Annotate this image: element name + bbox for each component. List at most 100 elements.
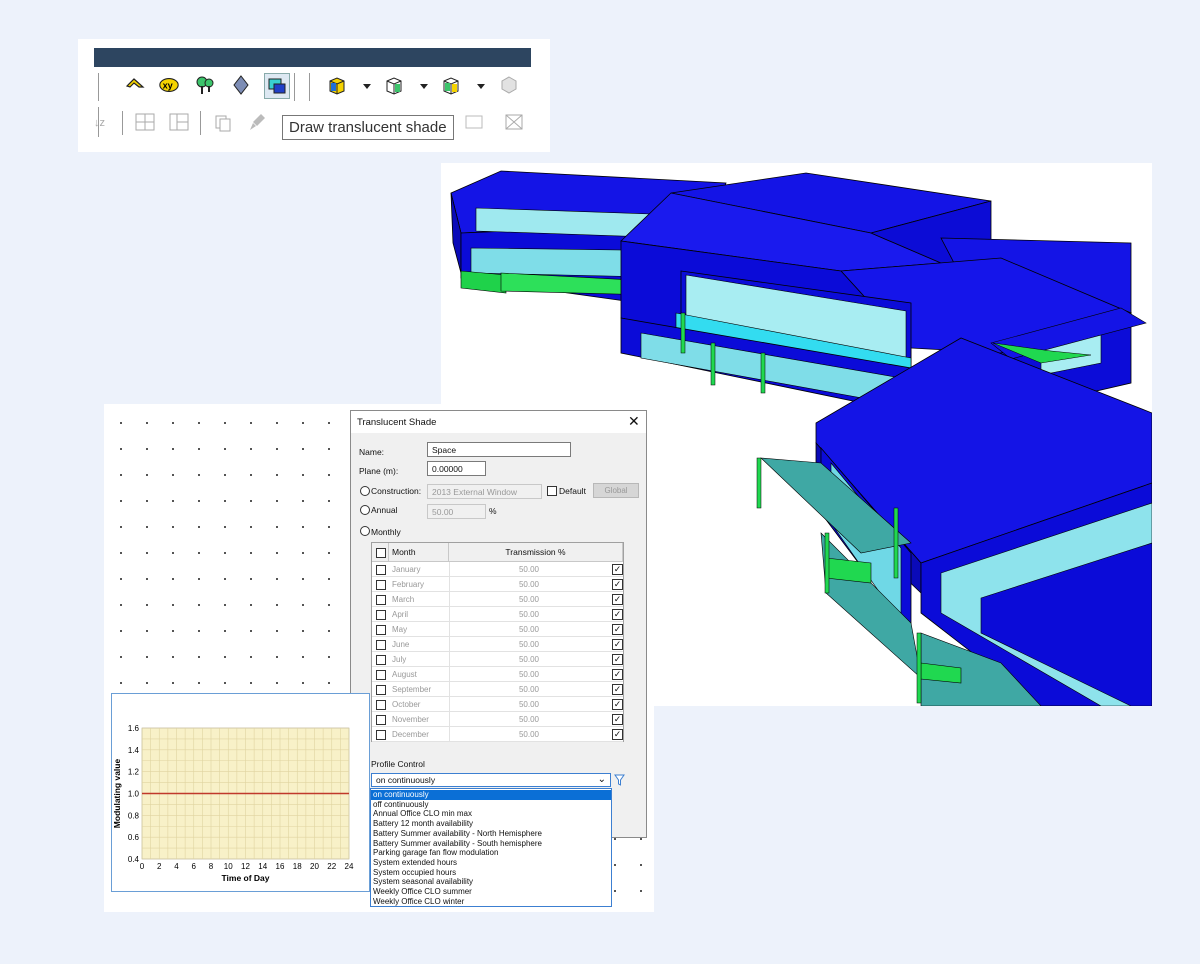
transmission-value: 50.00 xyxy=(518,670,540,679)
y-tick-label: 1.0 xyxy=(128,790,140,799)
include-checkbox[interactable]: ✓ xyxy=(612,564,623,575)
row-checkbox[interactable] xyxy=(376,610,386,620)
toolbar-separator xyxy=(122,111,123,135)
x-tick-label: 22 xyxy=(327,862,336,871)
row-checkbox[interactable] xyxy=(376,655,386,665)
construction-label: Construction: xyxy=(371,486,422,496)
x-tick-label: 24 xyxy=(345,862,354,871)
component-icon[interactable] xyxy=(440,74,462,96)
include-checkbox[interactable]: ✓ xyxy=(612,699,623,710)
row-checkbox[interactable] xyxy=(376,580,386,590)
month-row[interactable]: April 50.00 ✓ xyxy=(372,607,623,622)
transmission-value: 50.00 xyxy=(518,565,540,574)
name-field[interactable]: Space xyxy=(427,442,571,457)
profile-option[interactable]: Parking garage fan flow modulation xyxy=(371,848,611,858)
include-checkbox[interactable]: ✓ xyxy=(612,729,623,740)
modulating-value-chart: 0 2 4 6 8 10 12 14 16 18 20 22 240.40.60.81.01.21.41… xyxy=(112,724,354,883)
select-all-checkbox[interactable] xyxy=(376,548,386,558)
plane-label: Plane (m): xyxy=(359,466,399,476)
profile-control-select[interactable]: on continuously ⌄ xyxy=(371,773,611,787)
row-checkbox[interactable] xyxy=(376,715,386,725)
month-row[interactable]: December 50.00 ✓ xyxy=(372,727,623,742)
row-checkbox[interactable] xyxy=(376,730,386,740)
include-checkbox[interactable]: ✓ xyxy=(612,684,623,695)
chevron-down-icon: ⌄ xyxy=(597,774,606,785)
monthly-label: Monthly xyxy=(371,527,401,537)
row-checkbox[interactable] xyxy=(376,640,386,650)
profile-option[interactable]: System occupied hours xyxy=(371,868,611,878)
include-checkbox[interactable]: ✓ xyxy=(612,579,623,590)
row-checkbox[interactable] xyxy=(376,685,386,695)
include-checkbox[interactable]: ✓ xyxy=(612,639,623,650)
month-row[interactable]: July 50.00 ✓ xyxy=(372,652,623,667)
profile-option[interactable]: Battery 12 month availability xyxy=(371,819,611,829)
month-row[interactable]: November 50.00 ✓ xyxy=(372,712,623,727)
component-icon[interactable] xyxy=(326,74,348,96)
row-checkbox[interactable] xyxy=(376,565,386,575)
monthly-radio[interactable] xyxy=(360,526,370,536)
month-row[interactable]: August 50.00 ✓ xyxy=(372,667,623,682)
arrow-tool-icon[interactable] xyxy=(124,74,146,96)
profile-option[interactable]: System seasonal availability xyxy=(371,877,611,887)
transmission-value: 50.00 xyxy=(518,655,540,664)
profile-option[interactable]: Battery Summer availability - North Hemi… xyxy=(371,829,611,839)
month-row[interactable]: June 50.00 ✓ xyxy=(372,637,623,652)
tree-icon[interactable] xyxy=(194,74,216,96)
profile-option[interactable]: on continuously xyxy=(371,790,611,800)
component-icon[interactable] xyxy=(383,74,405,96)
profile-option[interactable]: System extended hours xyxy=(371,858,611,868)
month-name: September xyxy=(392,685,432,694)
row-checkbox[interactable] xyxy=(376,700,386,710)
plane-field[interactable]: 0.00000 xyxy=(427,461,486,476)
construction-radio[interactable] xyxy=(360,486,370,496)
dialog-title: Translucent Shade xyxy=(357,417,437,428)
include-checkbox[interactable]: ✓ xyxy=(612,654,623,665)
row-checkbox[interactable] xyxy=(376,595,386,605)
profile-option[interactable]: Battery Summer availability - South hemi… xyxy=(371,839,611,849)
month-row[interactable]: October 50.00 ✓ xyxy=(372,697,623,712)
profile-option[interactable]: Annual Office CLO min max xyxy=(371,809,611,819)
translucent-shade-icon[interactable] xyxy=(264,73,290,99)
chevron-down-icon[interactable] xyxy=(363,84,371,89)
x-tick-label: 10 xyxy=(224,862,233,871)
month-row[interactable]: January 50.00 ✓ xyxy=(372,562,623,577)
default-checkbox[interactable] xyxy=(547,486,557,496)
dialog-titlebar: Translucent Shade ✕ xyxy=(351,411,646,433)
x-tick-label: 0 xyxy=(140,862,145,871)
transmission-value: 50.00 xyxy=(518,625,540,634)
include-checkbox[interactable]: ✓ xyxy=(612,609,623,620)
profile-option[interactable]: off continuously xyxy=(371,800,611,810)
include-checkbox[interactable]: ✓ xyxy=(612,669,623,680)
chevron-down-icon[interactable] xyxy=(420,84,428,89)
default-label: Default xyxy=(559,486,586,496)
profile-selected-value: on continuously xyxy=(376,775,436,785)
transmission-value: 50.00 xyxy=(518,580,540,589)
month-name: July xyxy=(392,655,407,664)
annual-radio[interactable] xyxy=(360,505,370,515)
include-checkbox[interactable]: ✓ xyxy=(612,714,623,725)
month-name: November xyxy=(392,715,429,724)
month-row[interactable]: March 50.00 ✓ xyxy=(372,592,623,607)
row-checkbox[interactable] xyxy=(376,625,386,635)
x-tick-label: 4 xyxy=(174,862,179,871)
row-checkbox[interactable] xyxy=(376,670,386,680)
close-icon[interactable]: ✕ xyxy=(628,414,640,428)
profile-option[interactable]: Weekly Office CLO winter xyxy=(371,897,611,907)
month-row[interactable]: February 50.00 ✓ xyxy=(372,577,623,592)
layout-icon xyxy=(168,111,190,133)
toolbar-separator xyxy=(294,73,295,101)
filter-icon[interactable] xyxy=(613,773,626,787)
x-tick-label: 8 xyxy=(209,862,214,871)
x-axis-label: Time of Day xyxy=(221,873,269,883)
svg-text:xy: xy xyxy=(163,81,174,91)
include-checkbox[interactable]: ✓ xyxy=(612,624,623,635)
profile-option[interactable]: Weekly Office CLO summer xyxy=(371,887,611,897)
month-row[interactable]: September 50.00 ✓ xyxy=(372,682,623,697)
chevron-down-icon[interactable] xyxy=(477,84,485,89)
transmission-column-header: Transmission % xyxy=(449,543,623,562)
annual-field: 50.00 xyxy=(427,504,486,519)
include-checkbox[interactable]: ✓ xyxy=(612,594,623,605)
xy-coordinate-icon[interactable]: xy xyxy=(158,74,180,96)
month-row[interactable]: May 50.00 ✓ xyxy=(372,622,623,637)
shade-diamond-icon[interactable] xyxy=(230,74,252,96)
